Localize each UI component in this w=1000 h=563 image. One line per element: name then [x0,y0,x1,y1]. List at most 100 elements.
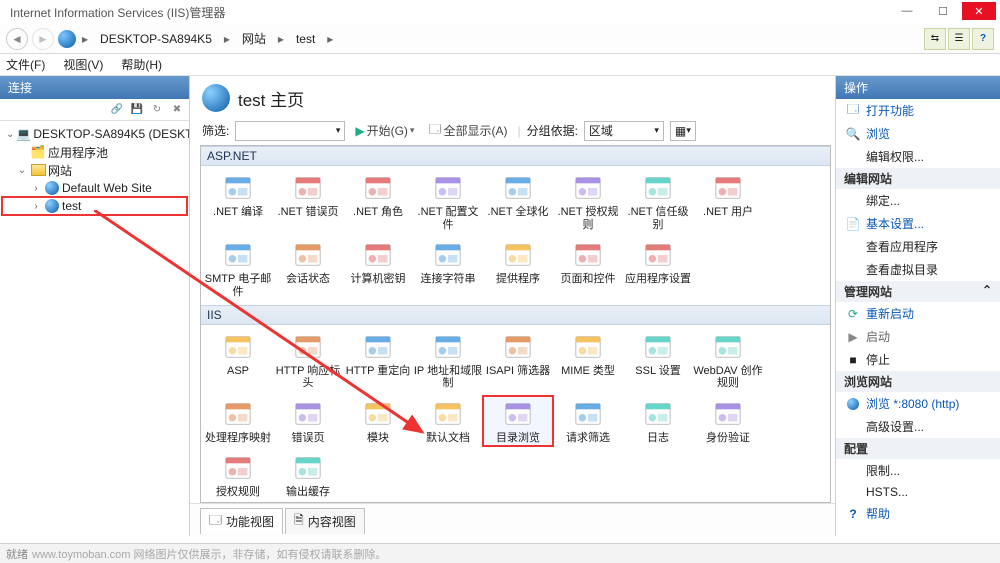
feature-item[interactable]: 模块 [343,396,413,447]
action-help[interactable]: ?帮助 [836,502,1000,525]
feature-icon [292,172,324,204]
breadcrumb-server[interactable]: DESKTOP-SA894K5 [94,30,218,48]
tree-server[interactable]: ⌄ 💻 DESKTOP-SA894K5 (DESKTOP-SA894K5) [2,125,187,143]
conn-tool-stop-icon[interactable]: ✖ [169,102,185,118]
tab-features[interactable]: 🗔功能视图 [200,508,283,534]
action-restart[interactable]: ⟳重新启动 [836,302,1000,325]
nav-forward-button[interactable]: ► [32,28,54,50]
feature-label: SMTP 电子邮件 [203,273,273,298]
feature-item[interactable]: HTTP 响应标头 [273,329,343,392]
feature-item[interactable]: .NET 角色 [343,170,413,233]
action-basic-settings[interactable]: 📄基本设置... [836,212,1000,235]
tree-apppools[interactable]: 🗂️ 应用程序池 [2,143,187,161]
connections-tree: ⌄ 💻 DESKTOP-SA894K5 (DESKTOP-SA894K5) 🗂️… [0,121,189,536]
action-stop[interactable]: ■停止 [836,348,1000,371]
tree-default-site[interactable]: › Default Web Site [2,179,187,197]
feature-item[interactable]: 默认文档 [413,396,483,447]
feature-icon [362,398,394,430]
feature-label: 请求筛选 [566,432,610,445]
conn-tool-refresh-icon[interactable]: ↻ [149,102,165,118]
view-mode-select[interactable]: ▦▾ [670,121,696,141]
action-start[interactable]: ▶启动 [836,325,1000,348]
action-open-feature[interactable]: 🗔打开功能 [836,99,1000,122]
group-iis[interactable]: IIS [201,305,830,325]
action-view-apps[interactable]: 查看应用程序 [836,235,1000,258]
chevron-right-icon[interactable]: › [30,201,42,212]
showall-button[interactable]: 🗔全部显示(A) [424,120,511,141]
feature-item[interactable]: IP 地址和域限制 [413,329,483,392]
feature-item[interactable]: WebDAV 创作规则 [693,329,763,392]
feature-icon [292,331,324,363]
tree-sites[interactable]: ⌄ 网站 [2,161,187,179]
feature-list: ASP.NET .NET 编译.NET 错误页.NET 角色.NET 配置文件.… [200,145,831,503]
feature-item[interactable]: .NET 错误页 [273,170,343,233]
feature-item[interactable]: 错误页 [273,396,343,447]
feature-item[interactable]: SSL 设置 [623,329,693,392]
feature-item[interactable]: 输出缓存 [273,450,343,501]
conn-tool-connect-icon[interactable]: 🔗 [109,102,125,118]
menu-help[interactable]: 帮助(H) [121,56,162,73]
feature-item[interactable]: ASP [203,329,273,392]
feature-item[interactable]: 目录浏览 [483,396,553,447]
feature-item[interactable]: HTTP 重定向 [343,329,413,392]
filter-label: 筛选: [202,122,229,139]
feature-item[interactable]: 日志 [623,396,693,447]
feature-item[interactable]: ISAPI 筛选器 [483,329,553,392]
feature-item[interactable]: .NET 信任级别 [623,170,693,233]
feature-item[interactable]: MIME 类型 [553,329,623,392]
chevron-down-icon[interactable]: ⌄ [16,165,28,176]
feature-item[interactable]: .NET 授权规则 [553,170,623,233]
tree-test-site[interactable]: › test [2,197,187,215]
feature-item[interactable]: .NET 配置文件 [413,170,483,233]
feature-item[interactable]: .NET 用户 [693,170,763,233]
nav-back-button[interactable]: ◄ [6,28,28,50]
groupby-select[interactable]: 区域▾ [584,121,664,141]
feature-icon [222,452,254,484]
feature-item[interactable]: 连接字符串 [413,237,483,300]
action-limits[interactable]: 限制... [836,459,1000,482]
features-icon: 🗔 [209,511,222,532]
action-hsts[interactable]: HSTS... [836,482,1000,502]
action-advanced[interactable]: 高级设置... [836,415,1000,438]
feature-label: 处理程序映射 [205,432,271,445]
action-view-vdirs[interactable]: 查看虚拟目录 [836,258,1000,281]
feature-icon [432,331,464,363]
action-edit-permissions[interactable]: 编辑权限... [836,145,1000,168]
feature-item[interactable]: SMTP 电子邮件 [203,237,273,300]
action-browse-8080[interactable]: 浏览 *:8080 (http) [836,392,1000,415]
breadcrumb-sites[interactable]: 网站 [236,28,272,49]
chevron-right-icon[interactable]: › [30,183,42,194]
feature-item[interactable]: .NET 全球化 [483,170,553,233]
close-button[interactable]: ✕ [962,2,996,20]
nav-tool-1[interactable]: ⇆ [924,28,946,50]
feature-item[interactable]: 会话状态 [273,237,343,300]
feature-item[interactable]: 计算机密钥 [343,237,413,300]
feature-icon [292,452,324,484]
feature-item[interactable]: 身份验证 [693,396,763,447]
restart-icon: ⟳ [846,307,860,321]
feature-icon [432,172,464,204]
feature-item[interactable]: 应用程序设置 [623,237,693,300]
action-bindings[interactable]: 绑定... [836,189,1000,212]
feature-item[interactable]: .NET 编译 [203,170,273,233]
maximize-button[interactable]: ☐ [926,2,960,20]
minimize-button[interactable]: — [890,2,924,20]
tab-content[interactable]: 🗎内容视图 [285,508,365,534]
group-aspnet[interactable]: ASP.NET [201,146,830,166]
feature-item[interactable]: 请求筛选 [553,396,623,447]
nav-help[interactable]: ? [972,28,994,50]
filter-input[interactable]: ▾ [235,121,345,141]
feature-item[interactable]: 页面和控件 [553,237,623,300]
go-button[interactable]: ▶开始(G)▾ [351,122,418,139]
feature-icon [432,398,464,430]
chevron-down-icon[interactable]: ⌄ [6,129,14,140]
menu-file[interactable]: 文件(F) [6,56,45,73]
feature-item[interactable]: 处理程序映射 [203,396,273,447]
nav-tool-2[interactable]: ☰ [948,28,970,50]
conn-tool-save-icon[interactable]: 💾 [129,102,145,118]
feature-item[interactable]: 授权规则 [203,450,273,501]
feature-item[interactable]: 提供程序 [483,237,553,300]
breadcrumb-site[interactable]: test [290,30,321,48]
menu-view[interactable]: 视图(V) [63,56,103,73]
action-explore[interactable]: 🔍浏览 [836,122,1000,145]
